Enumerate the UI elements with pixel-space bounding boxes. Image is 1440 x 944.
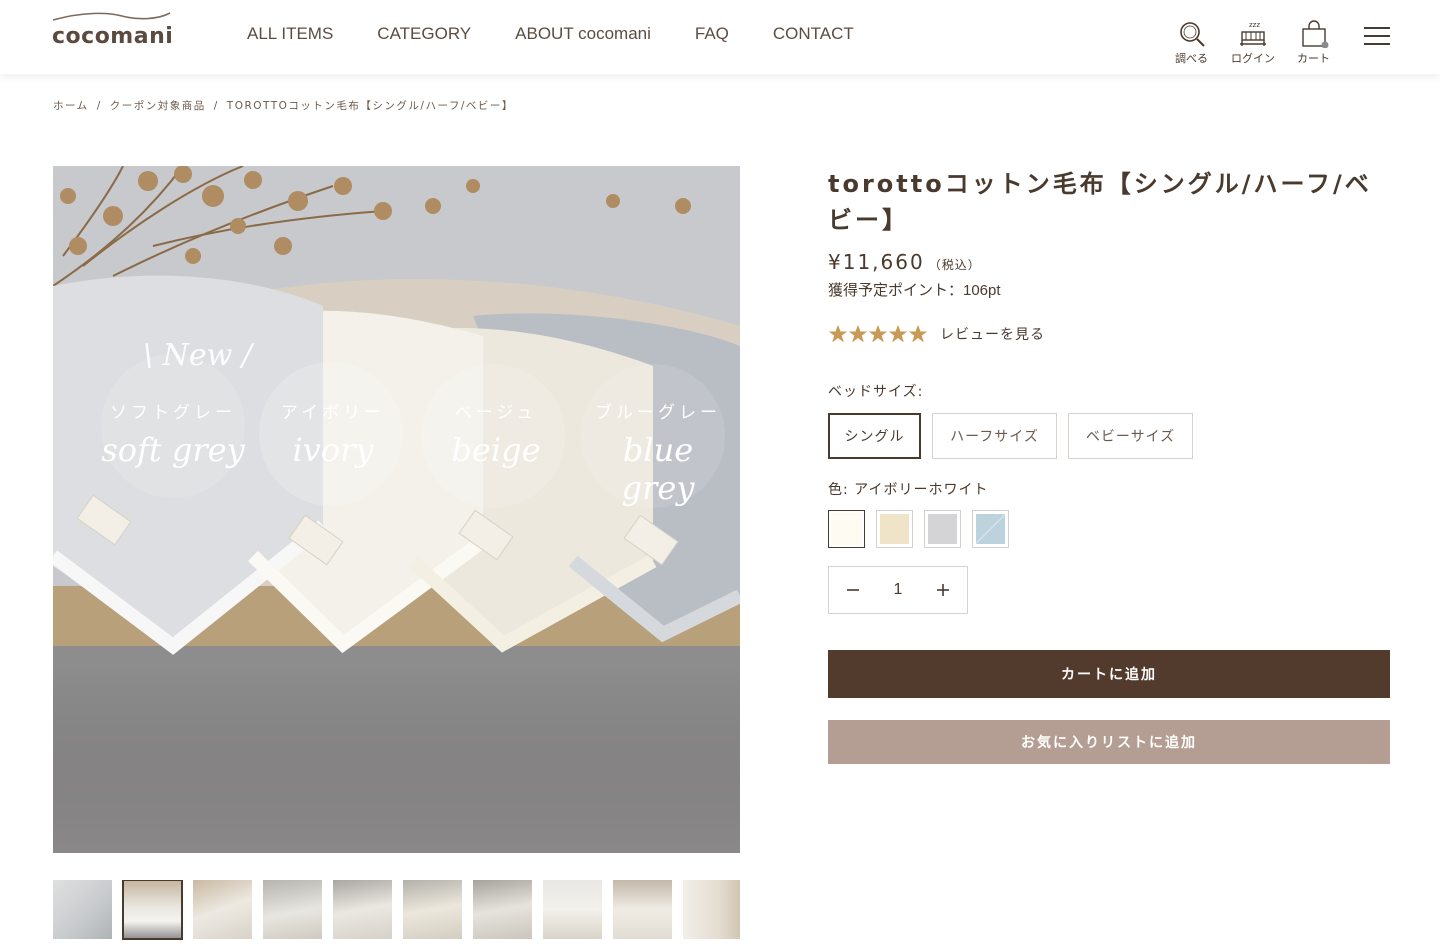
nav-contact[interactable]: CONTACT: [773, 24, 854, 44]
variant-jp-name: ブルーグレー: [595, 403, 721, 423]
star-icon: [908, 324, 928, 343]
color-label: 色: アイボリーホワイト: [828, 482, 989, 498]
thumbnail[interactable]: [543, 880, 602, 939]
blanket-photo: [53, 166, 740, 853]
thumbnail[interactable]: [333, 880, 392, 939]
tax-note: （税込）: [928, 258, 981, 272]
logo-text: cocomani: [52, 24, 174, 49]
swatch-beige[interactable]: [876, 510, 913, 548]
star-icon: [848, 324, 868, 343]
product-title: torottoコットン毛布【シングル/ハーフ/ベビー】: [828, 170, 1372, 234]
quantity-increase-button[interactable]: [933, 580, 953, 600]
login-label: ログイン: [1231, 52, 1275, 65]
thumbnail[interactable]: [613, 880, 672, 939]
svg-text:zzz: zzz: [1249, 21, 1260, 29]
quantity-decrease-button[interactable]: [843, 580, 863, 600]
product-main-image[interactable]: \ New / ソフトグレー soft grey アイボリー ivory ベージ…: [53, 166, 740, 853]
variant-label-soft-grey: ソフトグレー soft grey: [98, 398, 248, 469]
thumbnail[interactable]: [263, 880, 322, 939]
thumbnail-strip: [53, 880, 740, 940]
variant-label-ivory: アイボリー ivory: [258, 398, 408, 469]
thumbnail-active[interactable]: [122, 880, 183, 940]
site-header: cocomani ALL ITEMS CATEGORY ABOUT cocoma…: [0, 0, 1440, 74]
hamburger-menu-icon: [1364, 27, 1390, 45]
breadcrumb-current: TOROTTOコットン毛布【シングル/ハーフ/ベビー】: [226, 100, 514, 112]
bed-size-label: ベッドサイズ:: [828, 384, 924, 400]
color-swatches: [828, 510, 1020, 548]
variant-jp-name: アイボリー: [280, 403, 386, 423]
breadcrumb-home[interactable]: ホーム: [53, 100, 89, 112]
search-label: 調べる: [1175, 52, 1208, 65]
main-nav: ALL ITEMS CATEGORY ABOUT cocomani FAQ CO…: [247, 24, 898, 44]
hamburger-menu-button[interactable]: [1363, 26, 1391, 50]
breadcrumb-separator: /: [96, 100, 102, 112]
add-to-cart-button[interactable]: カートに追加: [828, 650, 1390, 698]
breadcrumb: ホーム / クーポン対象商品 / TOROTTOコットン毛布【シングル/ハーフ/ベビー】: [53, 98, 514, 113]
variant-en-name: beige: [451, 431, 541, 469]
nav-about[interactable]: ABOUT cocomani: [515, 24, 651, 44]
size-options: シングル ハーフサイズ ベビーサイズ: [828, 413, 1204, 459]
minus-icon: [847, 589, 859, 591]
variant-label-blue-grey: ブルーグレー blue grey: [583, 398, 733, 507]
star-icon: [888, 324, 908, 343]
search-button[interactable]: 調べる: [1175, 20, 1208, 66]
size-option-baby[interactable]: ベビーサイズ: [1068, 413, 1193, 459]
thumbnail[interactable]: [403, 880, 462, 939]
swatch-soft-grey[interactable]: [924, 510, 961, 548]
nav-all-items[interactable]: ALL ITEMS: [247, 24, 333, 44]
variant-jp-name: ベージュ: [454, 403, 538, 423]
sleep-bed-icon: zzz: [1240, 21, 1266, 46]
nav-faq[interactable]: FAQ: [695, 24, 729, 44]
plus-icon: [937, 584, 949, 596]
star-rating: [828, 324, 928, 344]
rating-row: レビューを見る: [828, 324, 1045, 344]
review-link[interactable]: レビューを見る: [940, 324, 1045, 344]
size-option-single[interactable]: シングル: [828, 413, 921, 459]
price-value: ¥11,660: [828, 250, 925, 274]
thumbnail[interactable]: [683, 880, 740, 939]
cart-bag-icon: [1301, 20, 1328, 48]
swatch-blue-grey[interactable]: [972, 510, 1009, 548]
variant-label-beige: ベージュ beige: [421, 398, 571, 469]
thumbnail[interactable]: [473, 880, 532, 939]
add-to-wishlist-button[interactable]: お気に入りリストに追加: [828, 720, 1390, 764]
quantity-stepper: 1: [828, 566, 968, 614]
nav-category[interactable]: CATEGORY: [377, 24, 471, 44]
thumbnail[interactable]: [53, 880, 112, 939]
new-badge-text: \ New /: [143, 338, 252, 373]
breadcrumb-separator: /: [213, 100, 219, 112]
quantity-value[interactable]: 1: [894, 581, 903, 599]
variant-en-name: ivory: [292, 431, 374, 469]
variant-en-name: blue grey: [621, 431, 695, 507]
reward-points: 獲得予定ポイント：106pt: [828, 282, 1001, 299]
search-icon: [1179, 22, 1205, 47]
variant-jp-name: ソフトグレー: [110, 403, 236, 423]
size-option-half[interactable]: ハーフサイズ: [932, 413, 1057, 459]
star-icon: [828, 324, 848, 343]
thumbnail[interactable]: [193, 880, 252, 939]
star-icon: [868, 324, 888, 343]
product-price: ¥11,660 （税込）: [828, 250, 981, 274]
swatch-ivory-white[interactable]: [828, 510, 865, 548]
site-logo[interactable]: cocomani: [52, 10, 174, 49]
cart-button[interactable]: カート: [1297, 20, 1330, 66]
login-button[interactable]: zzz ログイン: [1231, 20, 1275, 66]
breadcrumb-coupon[interactable]: クーポン対象商品: [110, 100, 206, 112]
variant-en-name: soft grey: [101, 431, 245, 469]
cart-label: カート: [1297, 52, 1330, 65]
